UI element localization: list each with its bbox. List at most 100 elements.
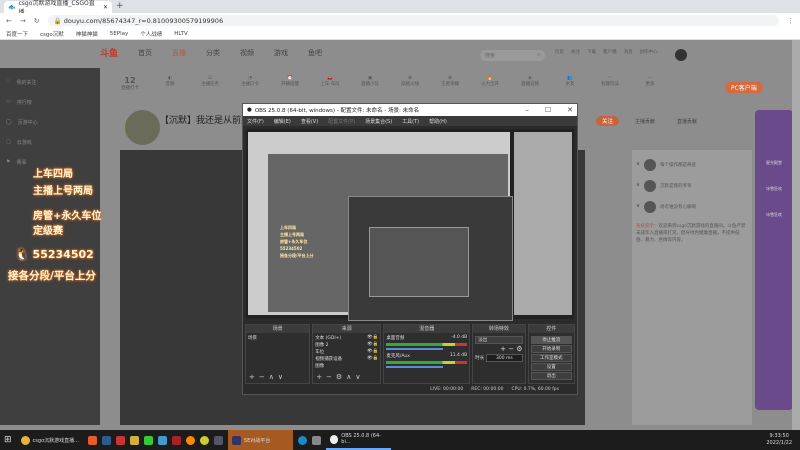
source-item[interactable]: 车位 👁🔒 [315,349,378,356]
minimize-icon[interactable]: – [525,106,529,114]
taskbar-5e[interactable]: 5E对战平台 [227,430,293,450]
feature-item[interactable]: ◔ 主播口令 [240,76,260,91]
taskbar-chrome[interactable]: csgo沉默游戏直播... [17,430,83,450]
close-tab-icon[interactable]: ✕ [103,4,108,11]
source-controls[interactable]: +−⚙∧∨ [316,373,364,381]
app-icon[interactable] [199,435,209,445]
download-link[interactable]: 下载 [587,49,596,61]
douyu-logo[interactable]: 斗鱼 [100,46,118,59]
bookmark[interactable]: 百度一下 [6,30,28,38]
windows-start-icon[interactable]: ⊞ [4,435,12,445]
taskbar-obs[interactable]: OBS 25.0.8 (64-bi... [325,430,391,450]
new-tab-button[interactable]: + [116,1,124,11]
feature-item[interactable]: 🚗 上车·车队 [320,76,340,91]
nav-item[interactable]: 首页 [138,48,152,58]
menu-file[interactable]: 文件(F) [247,118,264,125]
app-icon[interactable] [87,435,97,445]
browser-tab[interactable]: 🐟 csgo沉默游戏直播_CSGO直播 ✕ [4,0,112,16]
back-icon[interactable]: ← [6,17,12,25]
feature-item[interactable]: ◈ 直播竞猜 [520,76,540,91]
app-icon[interactable] [115,435,125,445]
feature-item[interactable]: 👥 水友 [560,76,580,91]
feature-item[interactable]: ◐ 音频 [160,76,180,91]
user-avatar[interactable] [674,49,687,61]
menu-help[interactable]: 帮助(H) [429,118,447,125]
pc-client-button[interactable]: PC客户端 [725,82,763,93]
close-icon[interactable]: ✕ [567,106,573,114]
visibility-lock-icon[interactable]: 👁🔒 [367,349,378,356]
source-item[interactable]: 图像 2 👁🔒 [315,342,378,349]
menu-view[interactable]: 查看(V) [301,118,318,125]
visibility-lock-icon[interactable]: 👁🔒 [367,356,378,363]
system-clock[interactable]: 9:33:50 2022/1/22 [766,433,800,447]
stop-streaming-button[interactable]: 停止推流 [530,336,572,344]
source-item[interactable]: 文本 (GDI+) 👁🔒 [315,335,378,342]
steam-icon[interactable] [101,435,111,445]
feature-item[interactable]: ▣ 直播小队 [360,76,380,91]
forward-icon[interactable]: → [20,17,26,25]
menu-edit[interactable]: 编辑(E) [274,118,291,125]
transition-controls[interactable]: + − ⚙ [475,345,522,353]
volume-slider[interactable] [386,348,443,350]
menu-tools[interactable]: 工具(T) [402,118,419,125]
maximize-icon[interactable]: ☐ [545,106,551,114]
creator-link[interactable]: 创作中心 [640,49,658,61]
url-input[interactable]: 🔒 douyu.com/85674347_r=0.810093005791999… [47,15,779,26]
feature-item[interactable]: 12 直播打卡 [120,76,140,91]
rank-row[interactable]: ♛ 每个操作都是奇迹 [636,154,748,175]
exit-button[interactable]: 退出 [530,372,572,380]
nav-item[interactable]: 分类 [206,48,220,58]
bookmark[interactable]: 神猫神猫 [76,30,98,38]
scene-controls[interactable]: +−∧∨ [249,373,287,381]
bookmark[interactable]: csgo沉默 [40,30,64,38]
sidebar-item[interactable]: ▢ 云游戏 [6,132,94,152]
transition-select[interactable]: 淡出 [475,336,523,344]
app-icon[interactable] [157,435,167,445]
page-scrollbar[interactable] [792,40,800,430]
studio-mode-button[interactable]: 工作室模式 [530,354,572,362]
sidebar-item[interactable]: ◯ 页游中心 [6,112,94,132]
feature-item[interactable]: ⋯ 更多 [640,76,660,91]
app-icon[interactable] [171,435,181,445]
app-icon[interactable] [213,435,223,445]
app-icon[interactable] [297,435,307,445]
bookmark[interactable]: 5EPlay [110,31,128,37]
sidebar-item[interactable]: ▭ 排行榜 [6,92,94,112]
feature-item[interactable]: 🔥 火力全开 [480,76,500,91]
bookmark[interactable]: 个人战绩 [140,30,162,38]
feature-item[interactable]: ⚙ 穿越火线 [400,76,420,91]
promo-banner[interactable]: 星光殿堂 冰雪狂欢 冰雪狂欢 [755,110,793,410]
client-link[interactable]: 客户端 [603,49,617,61]
history-link[interactable]: 历史 [555,49,564,61]
bookmark[interactable]: HLTV [174,31,188,37]
feature-item[interactable]: ⏰ 开播提醒 [280,76,300,91]
reload-icon[interactable]: ↻ [34,17,40,25]
obs-preview[interactable]: 上车四局 主播上号两局 房管+永久车位 55234502 接各分段/平台上分 [246,129,574,321]
volume-slider[interactable] [386,366,443,368]
menu-scene-collection[interactable]: 场景集合(S) [365,118,392,125]
obs-title-bar[interactable]: ● OBS 25.0.8 (64-bit, windows) - 配置文件: 未… [243,104,577,116]
feature-item[interactable]: ◠ 有趣玩法 [600,76,620,91]
duration-input[interactable]: 300 ms [486,354,523,362]
source-item[interactable]: 视频捕获设备 👁🔒 [315,356,378,363]
app-icon[interactable] [311,435,321,445]
nav-item[interactable]: 游戏 [274,48,288,58]
sidebar-item[interactable]: ♡ 我的关注 [6,72,94,92]
follow-button[interactable]: 关注 [596,116,620,126]
messages-link[interactable]: 消息 [624,49,633,61]
streamer-avatar[interactable] [125,110,160,145]
nav-item[interactable]: 视频 [240,48,254,58]
rank-tab[interactable]: 直播贡献 [677,118,697,125]
feature-item[interactable]: ⚙ 王者荣耀 [440,76,460,91]
extensions-icon[interactable]: ⋮ [787,17,794,25]
nav-item[interactable]: 鱼吧 [308,48,322,58]
rank-row[interactable]: ♛ 沉默是我的爷爷 [636,175,748,196]
rank-row[interactable]: ♛ 尚有谁没有心痛啊 [636,196,748,217]
settings-button[interactable]: 设置 [530,363,572,371]
visibility-lock-icon[interactable]: 👁🔒 [367,342,378,349]
app-icon[interactable] [129,435,139,445]
feature-item[interactable]: ☑ 主播任务 [200,76,220,91]
menu-profile[interactable]: 配置文件(P) [328,118,355,125]
app-icon[interactable] [185,435,195,445]
scene-item[interactable]: 场景 [248,335,307,341]
